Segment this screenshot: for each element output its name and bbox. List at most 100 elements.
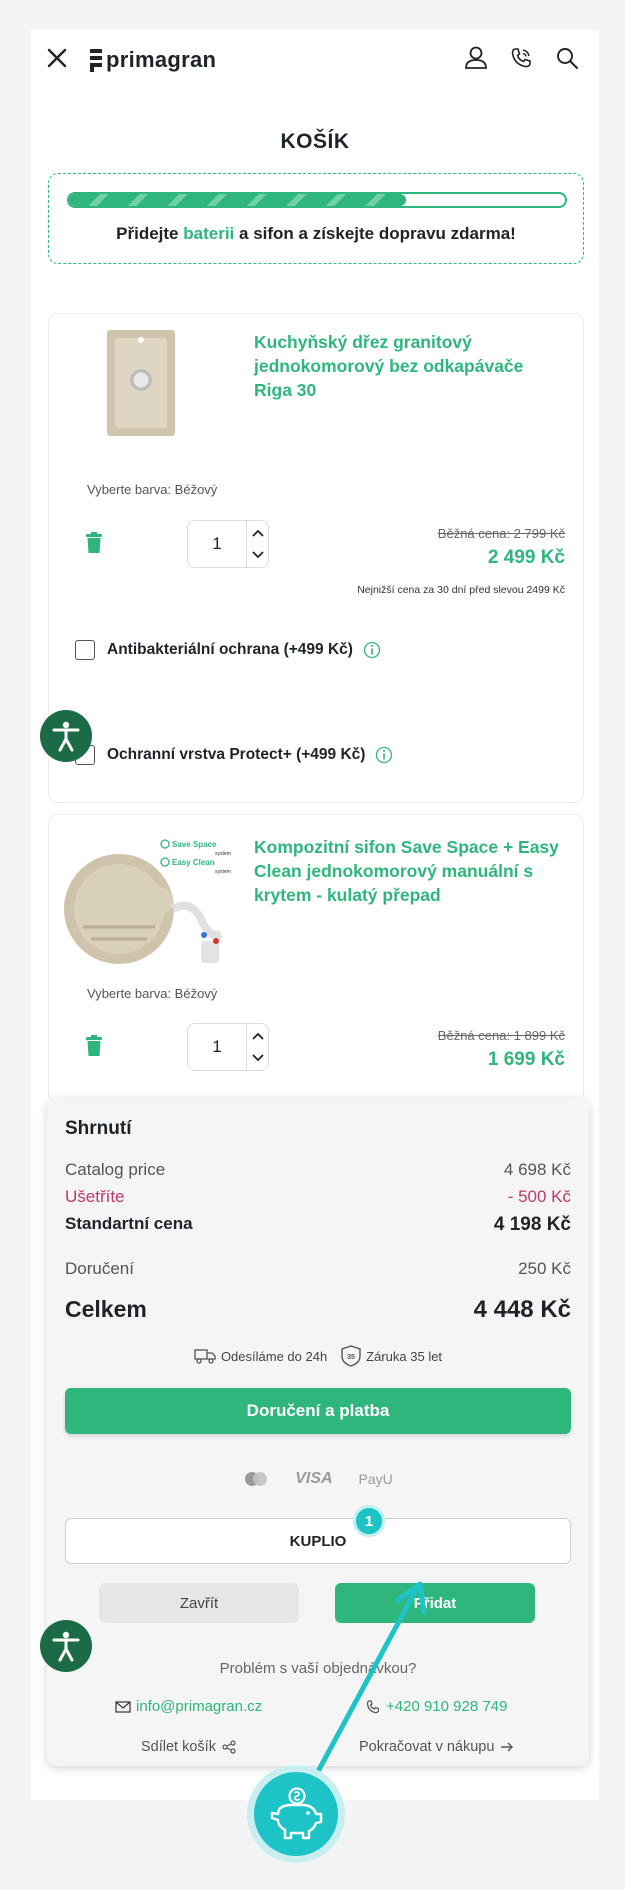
- share-icon: [222, 1740, 236, 1754]
- logo[interactable]: primagran: [89, 44, 216, 76]
- phone-small-icon: [366, 1699, 380, 1713]
- savings-widget-button[interactable]: [247, 1765, 345, 1863]
- share-cart-label: Sdílet košík: [141, 1739, 216, 1755]
- chevron-up-icon: [252, 529, 264, 537]
- accessibility-button[interactable]: [40, 1620, 92, 1672]
- close-button[interactable]: Zavřít: [99, 1583, 299, 1623]
- visa-logo: VISA: [295, 1470, 333, 1487]
- product-image-siphon[interactable]: Save Space system Easy Clean system: [61, 829, 241, 969]
- total-value: 4 448 Kč: [473, 1296, 571, 1323]
- coupon-field[interactable]: KUPLIO: [65, 1518, 571, 1564]
- summary-title: Shrnutí: [65, 1118, 132, 1139]
- piggy-bank-icon: [270, 1787, 323, 1840]
- quantity-divider: [246, 521, 247, 567]
- continue-shopping-link[interactable]: Pokračovat v nákupu: [359, 1739, 514, 1755]
- cart-item: Kuchyňský dřez granitový jednokomorový b…: [48, 313, 584, 803]
- email-link[interactable]: info@primagran.cz: [115, 1698, 262, 1715]
- quantity-increase-button[interactable]: [248, 522, 268, 544]
- accessibility-button[interactable]: [40, 710, 92, 762]
- add-button[interactable]: Přidat: [335, 1583, 535, 1623]
- promo-text-part: Přidejte: [116, 224, 184, 243]
- option-protect-plus[interactable]: Ochranní vrstva Protect+ (+499 Kč): [75, 743, 393, 767]
- close-icon[interactable]: [45, 46, 69, 70]
- total-row: Celkem 4 448 Kč: [65, 1296, 571, 1324]
- sale-price: 1 699 Kč: [487, 1049, 565, 1070]
- tag-save-space: Save Space: [172, 840, 217, 849]
- chevron-down-icon: [252, 551, 264, 559]
- delivery-value: 250 Kč: [518, 1259, 571, 1278]
- mail-icon: [115, 1700, 131, 1713]
- logo-mark-icon: [90, 49, 102, 72]
- product-name-link[interactable]: Kuchyňský dřez granitový jednokomorový b…: [254, 330, 564, 402]
- option-label: Antibakteriální ochrana (+499 Kč): [107, 641, 353, 658]
- shield-icon: 35: [341, 1345, 361, 1367]
- user-icon[interactable]: [462, 44, 490, 72]
- quantity-decrease-button[interactable]: [248, 544, 268, 566]
- warranty-badge: 35 Záruka 35 let: [341, 1345, 442, 1367]
- email-text[interactable]: info@primagran.cz: [136, 1698, 262, 1715]
- quantity-stepper[interactable]: 1: [187, 520, 269, 568]
- payment-methods: VISA PayU: [47, 1470, 589, 1488]
- continue-shopping-label: Pokračovat v nákupu: [359, 1739, 495, 1755]
- shipping-badge: Odesíláme do 24h: [194, 1348, 327, 1364]
- shipping-progress-bar: [67, 192, 567, 208]
- order-summary-panel: Shrnutí Catalog price 4 698 Kč Ušetříte …: [47, 1098, 589, 1766]
- mastercard-icon: [245, 1472, 268, 1486]
- payu-logo: PayU: [358, 1471, 393, 1487]
- step-number-badge: 1: [353, 1505, 385, 1537]
- product-name-link[interactable]: Kompozitní sifon Save Space + Easy Clean…: [254, 835, 564, 907]
- shipping-progress-fill: [69, 194, 407, 206]
- promo-text-part: a: [234, 224, 254, 243]
- warranty-badge-text: Záruka 35 let: [366, 1348, 443, 1364]
- truck-icon: [194, 1349, 216, 1364]
- delivery-label: Doručení: [65, 1259, 134, 1278]
- savings-label: Ušetříte: [65, 1187, 125, 1206]
- standard-price-row: Standartní cena 4 198 Kč: [65, 1214, 571, 1236]
- savings-value: - 500 Kč: [507, 1187, 571, 1206]
- quantity-divider: [246, 1024, 247, 1070]
- info-icon[interactable]: [363, 641, 381, 659]
- color-selector-label[interactable]: Vyberte barva: Béžový: [87, 482, 217, 497]
- lowest-price-note: Nejnižší cena za 30 dní před slevou 2499…: [357, 584, 565, 596]
- catalog-price-row: Catalog price 4 698 Kč: [65, 1160, 571, 1180]
- checkbox[interactable]: [75, 640, 95, 660]
- option-antibacterial[interactable]: Antibakteriální ochrana (+499 Kč): [75, 638, 381, 662]
- savings-row: Ušetříte - 500 Kč: [65, 1187, 571, 1207]
- quantity-stepper[interactable]: 1: [187, 1023, 269, 1071]
- warranty-years: 35: [347, 1354, 355, 1361]
- tag-system: system: [215, 869, 231, 875]
- quantity-value[interactable]: 1: [188, 1037, 246, 1057]
- accessibility-icon: [52, 1631, 80, 1662]
- phone-icon[interactable]: [507, 44, 535, 72]
- trash-icon[interactable]: [85, 1035, 103, 1057]
- tag-easy-clean: Easy Clean: [172, 858, 215, 867]
- tag-system: system: [215, 851, 231, 857]
- cart-page: primagran KOŠÍK Přidejte baterii a sifon…: [31, 30, 599, 1800]
- phone-link[interactable]: +420 910 928 749: [365, 1698, 507, 1715]
- standard-price-value: 4 198 Kč: [493, 1214, 571, 1235]
- delivery-row: Doručení 250 Kč: [65, 1259, 571, 1279]
- chevron-up-icon: [252, 1032, 264, 1040]
- total-label: Celkem: [65, 1296, 147, 1322]
- checkout-button[interactable]: Doručení a platba: [65, 1388, 571, 1434]
- logo-text: primagran: [106, 47, 217, 72]
- phone-text[interactable]: +420 910 928 749: [386, 1698, 507, 1715]
- quantity-value[interactable]: 1: [188, 534, 246, 554]
- product-image-sink[interactable]: [101, 328, 181, 438]
- regular-price: Běžná cena: 2 799 Kč: [437, 526, 565, 541]
- search-icon[interactable]: [553, 44, 581, 72]
- help-text: Problém s vaší objednávkou?: [219, 1660, 417, 1677]
- quantity-increase-button[interactable]: [248, 1025, 268, 1047]
- catalog-price-label: Catalog price: [65, 1160, 166, 1179]
- trash-icon[interactable]: [85, 532, 103, 554]
- top-bar: primagran: [31, 30, 599, 90]
- color-selector-label[interactable]: Vyberte barva: Béžový: [87, 986, 217, 1001]
- accessibility-icon: [52, 721, 80, 752]
- sale-price: 2 499 Kč: [487, 547, 565, 568]
- info-icon[interactable]: [375, 746, 393, 764]
- cart-item: Save Space system Easy Clean system Komp…: [48, 814, 584, 1104]
- quantity-decrease-button[interactable]: [248, 1047, 268, 1069]
- trust-badges: Odesíláme do 24h 35 Záruka 35 let: [47, 1345, 589, 1367]
- share-cart-link[interactable]: Sdílet košík: [141, 1739, 236, 1755]
- promo-text: Přidejte baterii a sifon a získejte dopr…: [49, 224, 583, 244]
